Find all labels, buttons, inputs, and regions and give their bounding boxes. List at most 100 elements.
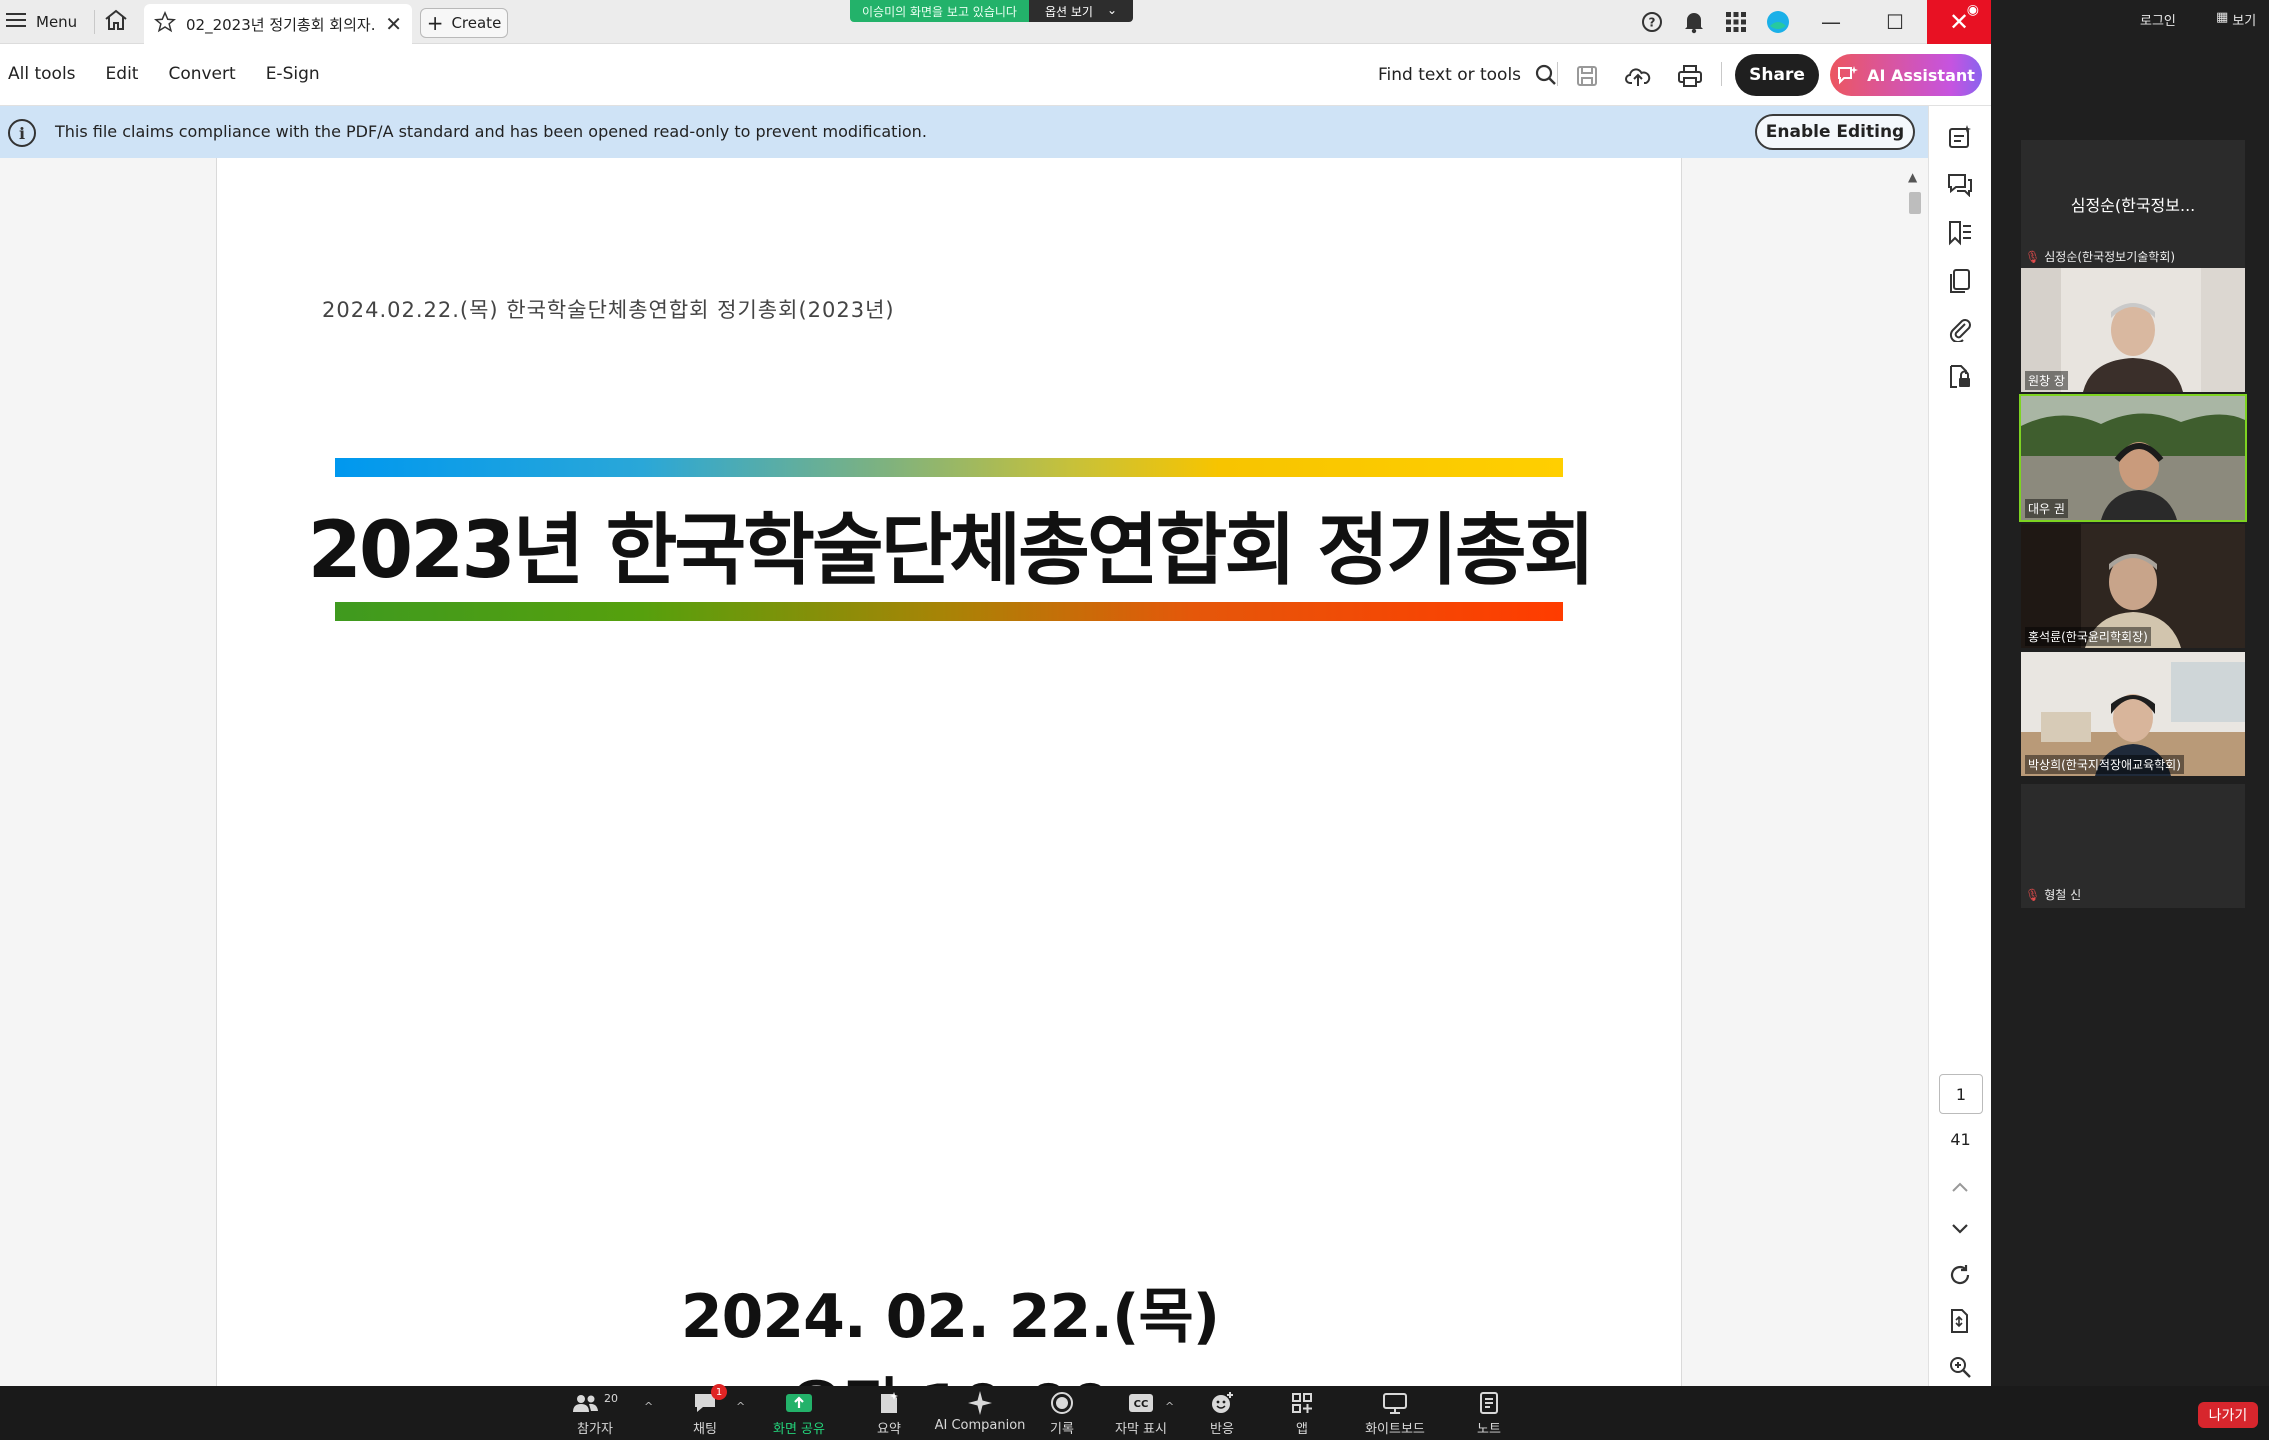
- view-options-label: 옵션 보기: [1044, 5, 1093, 19]
- participant-video-tile[interactable]: 홍석륜(한국윤리학회장): [2021, 524, 2245, 648]
- search-icon: [1535, 64, 1556, 85]
- summary-label: 요약: [877, 1422, 901, 1437]
- record-button[interactable]: 기록: [1017, 1390, 1107, 1437]
- captions-label: 자막 표시: [1115, 1422, 1167, 1437]
- attachments-button[interactable]: [1945, 314, 1975, 344]
- ai-assistant-icon: [1838, 66, 1859, 85]
- summary-button[interactable]: 요약: [844, 1390, 934, 1437]
- star-icon[interactable]: [153, 10, 177, 37]
- notifications-button[interactable]: [1673, 0, 1715, 44]
- next-page-button[interactable]: [1945, 1214, 1975, 1244]
- home-icon: [105, 9, 127, 30]
- share-screen-button[interactable]: 화면 공유: [754, 1390, 844, 1437]
- participants-count: 20: [604, 1391, 618, 1405]
- ai-companion-label: AI Companion: [934, 1418, 1026, 1433]
- document-viewport[interactable]: 2024.02.22.(목) 한국학술단체총연합회 정기총회(2023년) 20…: [0, 158, 1928, 1386]
- active-speaker-full-name: 심정순(한국정보기술학회): [2044, 250, 2176, 264]
- participant-video-tile[interactable]: 원창 장: [2021, 268, 2245, 392]
- caret-up-icon[interactable]: ^: [736, 1400, 745, 1413]
- vertical-scrollbar[interactable]: ▲: [1906, 170, 1924, 1386]
- menu-button[interactable]: Menu: [6, 8, 77, 36]
- generative-summary-button[interactable]: [1945, 122, 1975, 152]
- scrollbar-thumb[interactable]: [1909, 192, 1921, 214]
- active-speaker-name: 심정순(한국정보...: [2070, 196, 2196, 215]
- ai-companion-button[interactable]: AI Companion: [930, 1390, 1030, 1433]
- scroll-up-icon[interactable]: ▲: [1908, 170, 1917, 184]
- divider: [94, 10, 95, 34]
- find-tools[interactable]: Find text or tools: [1378, 64, 1557, 86]
- share-screen-label: 화면 공유: [773, 1422, 825, 1437]
- avatar: [1767, 11, 1789, 33]
- current-page-input[interactable]: 1: [1939, 1074, 1983, 1114]
- paperclip-icon: [1949, 319, 1971, 342]
- save-button[interactable]: [1573, 62, 1601, 90]
- whiteboard-button[interactable]: 화이트보드: [1345, 1390, 1445, 1437]
- ai-assistant-label: AI Assistant: [1867, 65, 1975, 85]
- protect-button[interactable]: [1945, 362, 1975, 392]
- menu-convert[interactable]: Convert: [168, 64, 235, 84]
- apps-button[interactable]: 앱: [1257, 1390, 1347, 1437]
- maximize-icon: ☐: [1886, 10, 1904, 34]
- share-screen-icon: [786, 1394, 812, 1412]
- muted-participant-name: 형철 신: [2044, 888, 2082, 902]
- enable-editing-button[interactable]: Enable Editing: [1755, 114, 1915, 150]
- record-label: 기록: [1050, 1422, 1074, 1437]
- svg-text:?: ?: [1649, 16, 1656, 30]
- upload-button[interactable]: [1624, 62, 1652, 90]
- captions-button[interactable]: CC 자막 표시: [1096, 1390, 1186, 1437]
- caret-up-icon[interactable]: ^: [644, 1400, 653, 1413]
- print-button[interactable]: [1676, 62, 1704, 90]
- participant-tile-no-video[interactable]: 🎙 형철 신: [2021, 784, 2245, 908]
- lock-document-icon: [1950, 365, 1970, 388]
- comments-button[interactable]: [1945, 170, 1975, 200]
- bookmark-icon: [1949, 221, 1971, 246]
- pages-button[interactable]: [1945, 266, 1975, 296]
- minimize-button[interactable]: —: [1799, 0, 1863, 44]
- caret-up-icon[interactable]: ^: [1165, 1400, 1174, 1413]
- chat-button[interactable]: 1 채팅: [660, 1384, 750, 1437]
- whiteboard-icon: [1383, 1393, 1407, 1414]
- ai-assistant-button[interactable]: AI Assistant: [1830, 54, 1982, 96]
- participants-button[interactable]: 20 참가자: [550, 1390, 640, 1437]
- cloud-upload-icon: [1625, 68, 1651, 86]
- previous-page-button[interactable]: [1945, 1172, 1975, 1202]
- leave-meeting-button[interactable]: 나가기: [2198, 1402, 2258, 1428]
- bell-icon: [1685, 13, 1703, 34]
- help-button[interactable]: ?: [1631, 0, 1673, 44]
- save-icon: [1577, 66, 1597, 86]
- help-icon: ?: [1642, 12, 1662, 32]
- participant-video-tile[interactable]: 대우 권: [2019, 394, 2247, 522]
- read-only-info-bar: i This file claims compliance with the P…: [0, 106, 1928, 158]
- view-options-button[interactable]: 옵션 보기 ⌄: [1028, 0, 1134, 22]
- create-button[interactable]: + Create: [420, 8, 508, 38]
- screen-share-notice: 이승미의 화면을 보고 있습니다: [850, 0, 1029, 22]
- profile-button[interactable]: [1757, 0, 1799, 44]
- menu-all-tools[interactable]: All tools: [8, 64, 76, 84]
- zoom-in-button[interactable]: [1945, 1352, 1975, 1382]
- zoom-participants-panel: 로그인 ▦ 보기 심정순(한국정보... 🎙 심정순(한국정보기술학회) 원창 …: [1991, 0, 2269, 1386]
- participant-video-tile[interactable]: 박상희(한국지적장애교육학회): [2021, 652, 2245, 776]
- close-window-button[interactable]: ✕ ◉: [1927, 0, 1991, 44]
- cursor-icon: ◉: [1966, 2, 1979, 18]
- reactions-button[interactable]: 반응: [1177, 1390, 1267, 1437]
- page-fit-button[interactable]: [1945, 1306, 1975, 1336]
- share-button[interactable]: Share: [1735, 54, 1819, 96]
- captions-icon: CC: [1129, 1394, 1153, 1412]
- maximize-button[interactable]: ☐: [1863, 0, 1927, 44]
- rotate-button[interactable]: [1945, 1260, 1975, 1290]
- apps-label: 앱: [1296, 1422, 1308, 1437]
- rotate-icon: [1950, 1265, 1970, 1285]
- pdf-page: 2024.02.22.(목) 한국학술단체총연합회 정기총회(2023년) 20…: [216, 158, 1682, 1386]
- login-button[interactable]: 로그인: [2140, 10, 2176, 29]
- participant-name: 홍석륜(한국윤리학회장): [2025, 627, 2151, 646]
- apps-button[interactable]: [1715, 0, 1757, 44]
- home-button[interactable]: [103, 8, 133, 36]
- close-tab-icon[interactable]: ✕: [385, 12, 402, 36]
- menu-edit[interactable]: Edit: [106, 64, 139, 84]
- active-speaker-tile[interactable]: 심정순(한국정보... 🎙 심정순(한국정보기술학회): [2021, 140, 2245, 270]
- view-button[interactable]: ▦ 보기: [2216, 10, 2256, 29]
- menu-esign[interactable]: E-Sign: [266, 64, 320, 84]
- bookmarks-button[interactable]: [1945, 218, 1975, 248]
- notes-button[interactable]: 노트: [1444, 1390, 1534, 1437]
- document-tab[interactable]: 02_2023년 정기총회 회의자... ✕: [144, 4, 412, 44]
